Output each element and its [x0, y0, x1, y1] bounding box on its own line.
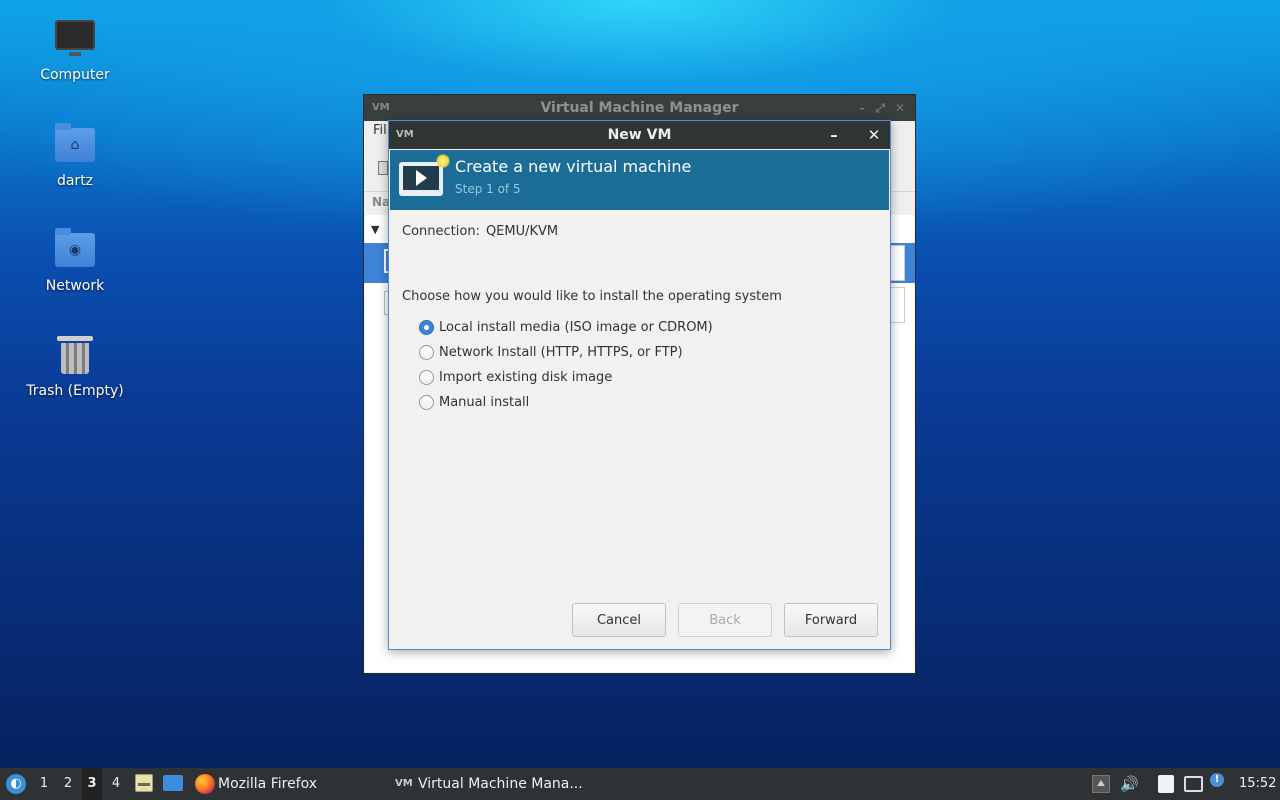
close-icon[interactable]: ✕ — [866, 121, 882, 149]
expander-icon[interactable]: ▼ — [371, 223, 379, 236]
radio-label[interactable]: Network Install (HTTP, HTTPS, or FTP) — [439, 345, 683, 360]
workspace-3[interactable]: 3 — [82, 768, 102, 800]
install-method-prompt: Choose how you would like to install the… — [402, 289, 782, 304]
wizard-banner: Create a new virtual machine Step 1 of 5 — [390, 150, 889, 210]
update-notifier-icon[interactable]: ! — [1210, 773, 1224, 787]
desktop-icon-trash[interactable]: Trash (Empty) — [20, 332, 130, 399]
radio-local-install[interactable]: Local install media (ISO image or CDROM) — [419, 315, 713, 340]
desktop-icon-label: dartz — [56, 173, 94, 189]
workspace-1[interactable]: 1 — [34, 768, 54, 800]
eject-icon[interactable] — [1092, 775, 1110, 793]
volume-icon[interactable]: 🔊 — [1120, 775, 1139, 793]
desktop-icon-label: Computer — [40, 67, 110, 83]
menu-file[interactable]: Fil — [373, 123, 387, 138]
close-icon[interactable]: ✕ — [895, 95, 905, 121]
dialog-titlebar[interactable]: VM New VM – ✕ — [389, 121, 890, 149]
home-folder-icon: ⌂ — [53, 122, 97, 166]
radio-network-install[interactable]: Network Install (HTTP, HTTPS, or FTP) — [419, 340, 713, 365]
start-menu-icon[interactable]: ◐ — [6, 774, 26, 794]
network-icon[interactable] — [1184, 776, 1203, 792]
row-graph-edge — [889, 245, 905, 281]
desktop-icon-network[interactable]: ◉ Network — [20, 227, 130, 294]
desktop-icon-computer[interactable]: Computer — [20, 16, 130, 83]
workspace-2[interactable]: 2 — [58, 768, 78, 800]
network-folder-icon: ◉ — [53, 227, 97, 271]
radio-button[interactable] — [419, 395, 434, 410]
workspace-4[interactable]: 4 — [106, 768, 126, 800]
radio-manual-install[interactable]: Manual install — [419, 390, 713, 415]
radio-label[interactable]: Local install media (ISO image or CDROM) — [439, 320, 713, 335]
desktop-icon-home[interactable]: ⌂ dartz — [20, 122, 130, 189]
computer-icon — [53, 16, 97, 60]
banner-title: Create a new virtual machine — [455, 157, 692, 176]
taskbar: ◐ 1 2 3 4 Mozilla Firefox VM Virtual Mac… — [0, 768, 1280, 800]
dialog-title: New VM — [607, 127, 672, 143]
cancel-button[interactable]: Cancel — [572, 603, 666, 637]
forward-button[interactable]: Forward — [784, 603, 878, 637]
radio-button-checked[interactable] — [419, 320, 434, 335]
row-graph-edge — [889, 287, 905, 323]
virt-manager-titlebar[interactable]: VM Virtual Machine Manager – ⤢ ✕ — [364, 95, 915, 121]
virt-manager-icon: VM — [372, 102, 390, 113]
task-firefox[interactable]: Mozilla Firefox — [218, 768, 317, 800]
radio-label[interactable]: Import existing disk image — [439, 370, 612, 385]
radio-button[interactable] — [419, 345, 434, 360]
file-manager-icon[interactable] — [135, 774, 153, 792]
virt-manager-title: Virtual Machine Manager — [540, 100, 739, 116]
show-desktop-icon[interactable] — [163, 775, 183, 791]
firefox-icon[interactable] — [195, 774, 215, 794]
minimize-icon[interactable]: – — [859, 95, 865, 121]
minimize-icon[interactable]: – — [826, 121, 842, 149]
virt-manager-icon[interactable]: VM — [395, 777, 415, 791]
new-vm-dialog[interactable]: VM New VM – ✕ Create a new virtual machi… — [388, 120, 891, 650]
virt-manager-icon: VM — [396, 129, 414, 140]
connection-value: QEMU/KVM — [485, 224, 559, 239]
radio-label[interactable]: Manual install — [439, 395, 529, 410]
trash-icon — [53, 332, 97, 376]
desktop-icon-label: Network — [45, 278, 105, 294]
banner-step: Step 1 of 5 — [455, 182, 521, 196]
install-method-options: Local install media (ISO image or CDROM)… — [419, 315, 713, 415]
back-button[interactable]: Back — [678, 603, 772, 637]
new-vm-toolbar-icon[interactable] — [378, 161, 388, 175]
connection-label: Connection: — [402, 224, 480, 239]
maximize-icon[interactable]: ⤢ — [875, 95, 885, 121]
radio-button[interactable] — [419, 370, 434, 385]
task-virt-manager[interactable]: Virtual Machine Mana... — [418, 768, 583, 800]
clipboard-icon[interactable] — [1158, 775, 1174, 793]
radio-import-disk[interactable]: Import existing disk image — [419, 365, 713, 390]
clock[interactable]: 15:52 — [1239, 768, 1276, 800]
desktop-icon-label: Trash (Empty) — [26, 383, 124, 399]
connection-info: Connection: QEMU/KVM — [402, 224, 558, 239]
new-vm-icon — [399, 154, 450, 196]
